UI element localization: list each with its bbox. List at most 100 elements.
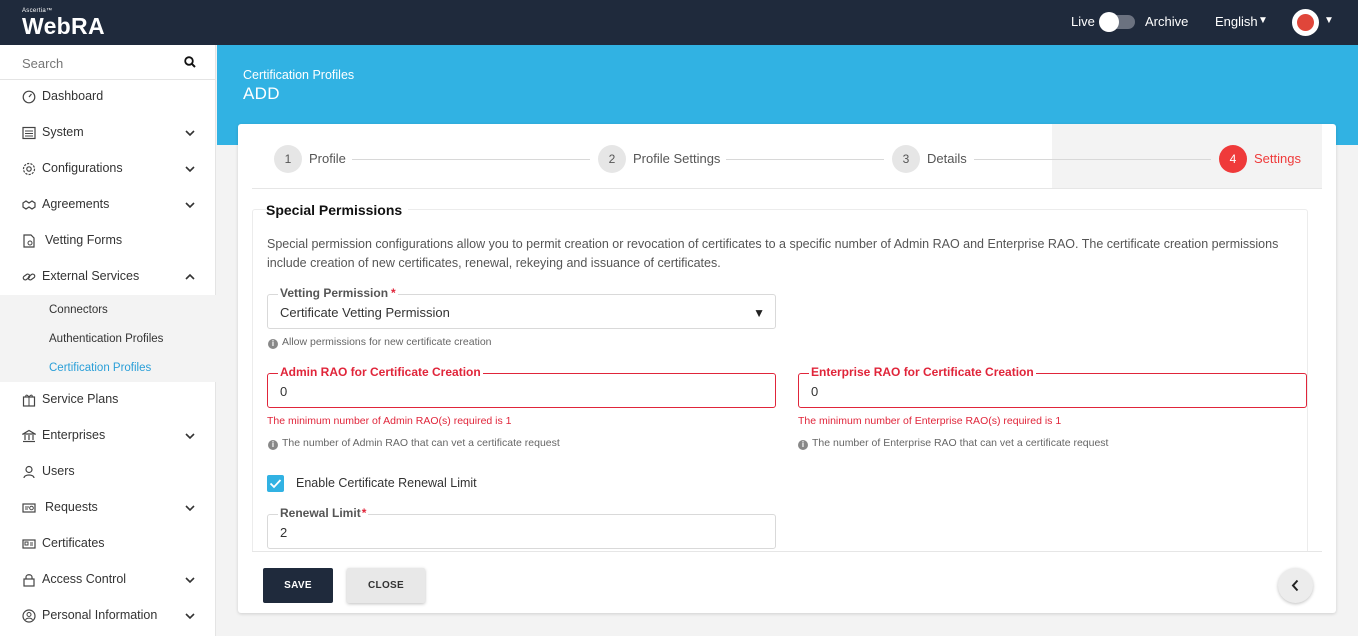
sidebar-item-label: Dashboard — [42, 89, 104, 103]
card-footer: SAVE CLOSE — [252, 551, 1322, 613]
caret-down-icon[interactable]: ▼ — [1258, 15, 1268, 26]
enterprise-rao-field[interactable]: Enterprise RAO for Certificate Creation … — [798, 365, 1307, 408]
renewal-limit-field[interactable]: Renewal Limit* 2 — [267, 506, 776, 549]
step-connector — [726, 159, 884, 160]
sidebar-item-service-plans[interactable]: Service Plans — [0, 382, 216, 418]
field-label: Renewal Limit* — [278, 506, 369, 520]
search-icon[interactable] — [184, 56, 196, 68]
step-3-label[interactable]: Details — [927, 151, 967, 166]
sidebar-item-agreements[interactable]: Agreements — [0, 187, 216, 223]
admin-rao-value: 0 — [280, 384, 288, 399]
vetting-permission-value: Certificate Vetting Permission — [280, 305, 450, 320]
avatar-image — [1297, 14, 1314, 31]
sidebar: Dashboard System Configurations Agreemen… — [0, 45, 216, 636]
step-3-number[interactable]: 3 — [892, 145, 920, 173]
chevron-down-icon — [185, 433, 195, 440]
certificate-icon — [22, 539, 36, 549]
person-circle-icon — [22, 609, 36, 623]
step-4-number[interactable]: 4 — [1219, 145, 1247, 173]
section-description: Special permission configurations allow … — [267, 237, 1279, 270]
dashboard-icon — [22, 90, 36, 104]
stepper: 1 Profile 2 Profile Settings 3 Details 4… — [252, 124, 1322, 189]
sidebar-item-system[interactable]: System — [0, 115, 216, 151]
enterprise-rao-hint: i The number of Enterprise RAO that can v… — [798, 437, 1108, 450]
live-archive-toggle[interactable] — [1099, 12, 1135, 32]
sidebar-item-dashboard[interactable]: Dashboard — [0, 79, 216, 115]
bank-icon — [22, 429, 36, 443]
handshake-icon — [22, 200, 36, 210]
sidebar-item-vetting-forms[interactable]: Vetting Forms — [0, 223, 216, 259]
renewal-limit-value: 2 — [280, 525, 288, 540]
user-icon — [23, 465, 35, 479]
sidebar-item-label: Requests — [45, 500, 98, 514]
breadcrumb[interactable]: Certification Profiles — [243, 68, 354, 82]
renewal-limit-checkbox-label[interactable]: Enable Certificate Renewal Limit — [296, 476, 477, 490]
sidebar-item-enterprises[interactable]: Enterprises — [0, 418, 216, 454]
external-services-submenu: Connectors Authentication Profiles Certi… — [0, 295, 216, 382]
sidebar-item-label: Users — [42, 464, 75, 478]
enterprise-rao-value: 0 — [811, 384, 819, 399]
caret-down-icon: ▼ — [753, 306, 765, 320]
archive-label: Archive — [1145, 14, 1189, 29]
info-icon: i — [798, 440, 808, 450]
sidebar-item-label: External Services — [42, 269, 140, 283]
search-input[interactable] — [22, 54, 182, 72]
top-bar: Ascertia™ WebRA Live Archive English ▼ ▼ — [0, 0, 1358, 45]
renewal-limit-checkbox[interactable] — [267, 475, 284, 492]
step-connector — [974, 159, 1211, 160]
step-2-label[interactable]: Profile Settings — [633, 151, 720, 166]
step-1-number[interactable]: 1 — [274, 145, 302, 173]
wizard-card: 1 Profile 2 Profile Settings 3 Details 4… — [238, 124, 1336, 613]
collapse-button[interactable] — [1278, 568, 1313, 603]
sidebar-item-certificates[interactable]: Certificates — [0, 526, 216, 562]
gift-icon — [22, 394, 36, 407]
sidebar-item-label: Agreements — [42, 197, 110, 211]
lock-icon — [23, 574, 35, 587]
sidebar-item-configurations[interactable]: Configurations — [0, 151, 216, 187]
sidebar-item-external-services[interactable]: External Services — [0, 259, 216, 295]
step-1-label[interactable]: Profile — [309, 151, 346, 166]
language-selector[interactable]: English — [1215, 14, 1258, 29]
step-2-number[interactable]: 2 — [598, 145, 626, 173]
submenu-item-connectors[interactable]: Connectors — [49, 304, 108, 316]
sidebar-item-label: System — [42, 125, 84, 139]
sidebar-item-label: Service Plans — [42, 392, 119, 406]
sidebar-item-access-control[interactable]: Access Control — [0, 562, 216, 598]
close-button[interactable]: CLOSE — [347, 568, 425, 603]
system-icon — [22, 126, 36, 140]
save-button[interactable]: SAVE — [263, 568, 333, 603]
avatar[interactable] — [1292, 9, 1319, 36]
logo: WebRA — [22, 13, 105, 39]
step-4-label[interactable]: Settings — [1254, 151, 1301, 166]
chevron-down-icon — [185, 613, 195, 620]
admin-rao-field[interactable]: Admin RAO for Certificate Creation 0 — [267, 365, 776, 408]
sidebar-item-personal-information[interactable]: Personal Information — [0, 598, 216, 634]
sidebar-item-users[interactable]: Users — [0, 454, 216, 490]
settings-content: Special Permissions Special permission c… — [252, 189, 1322, 551]
chevron-up-icon — [185, 273, 195, 280]
required-mark: * — [391, 286, 396, 300]
sidebar-item-requests[interactable]: Requests — [0, 490, 216, 526]
field-label: Vetting Permission * — [278, 286, 398, 300]
admin-rao-error: The minimum number of Admin RAO(s) requi… — [267, 415, 512, 427]
request-icon — [22, 503, 36, 513]
info-icon: i — [268, 339, 278, 349]
required-mark: * — [361, 506, 367, 520]
sidebar-item-label: Personal Information — [42, 608, 158, 622]
live-label: Live — [1071, 14, 1095, 29]
section-title: Special Permissions — [266, 202, 409, 218]
form-icon — [23, 234, 35, 248]
sidebar-item-label: Configurations — [42, 161, 123, 175]
submenu-item-authentication-profiles[interactable]: Authentication Profiles — [49, 333, 163, 345]
sidebar-item-label: Certificates — [42, 536, 105, 550]
chevron-down-icon — [185, 202, 195, 209]
chevron-down-icon — [185, 166, 195, 173]
sidebar-item-label: Access Control — [42, 572, 127, 586]
caret-down-icon[interactable]: ▼ — [1324, 15, 1334, 26]
link-icon — [22, 273, 36, 281]
submenu-item-certification-profiles[interactable]: Certification Profiles — [49, 362, 151, 374]
vetting-permission-select[interactable]: Vetting Permission * Certificate Vetting … — [267, 286, 776, 329]
chevron-down-icon — [185, 505, 195, 512]
field-label: Admin RAO for Certificate Creation — [278, 365, 483, 379]
info-icon: i — [268, 440, 278, 450]
